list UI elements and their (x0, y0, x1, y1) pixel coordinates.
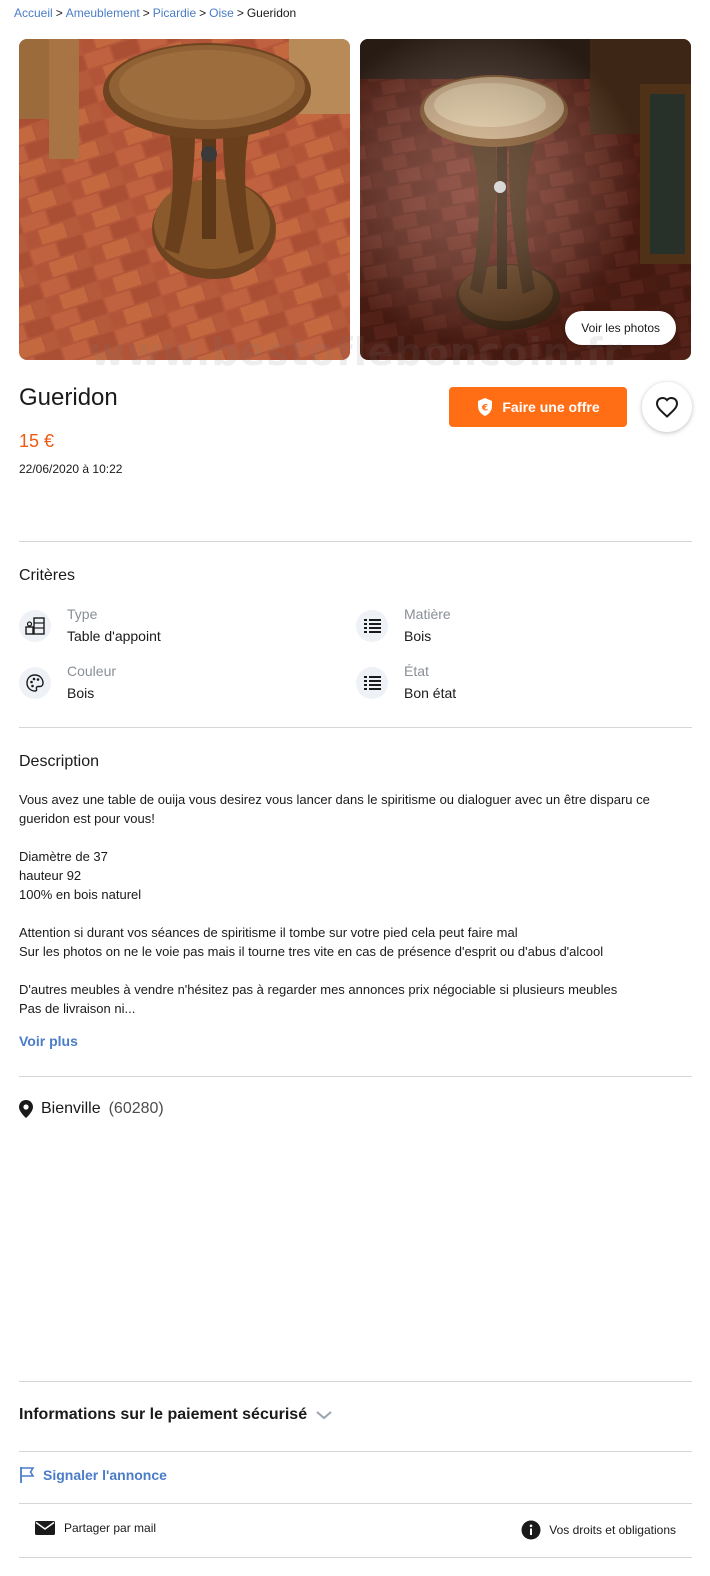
listing-photo-2[interactable]: Voir les photos (360, 39, 691, 360)
description-line (19, 961, 692, 980)
description-line: 100% en bois naturel (19, 887, 142, 902)
list-icon (356, 667, 388, 699)
listing-date: 22/06/2020 à 10:22 (19, 462, 123, 476)
breadcrumb-current: Gueridon (246, 6, 297, 20)
description-line (19, 904, 692, 923)
criterion-label: Couleur (67, 663, 117, 679)
listing-photo-1[interactable] (19, 39, 350, 360)
breadcrumb-separator: > (236, 6, 244, 20)
furniture-icon (19, 610, 51, 642)
palette-icon (19, 667, 51, 699)
list-icon (356, 610, 388, 642)
description-line: Pas de livraison ni... (19, 1001, 136, 1016)
criterion-type: Type Table d'appoint (19, 606, 319, 650)
description-line: Attention si durant vos séances de spiri… (19, 925, 518, 940)
location-city: Bienville (41, 1100, 101, 1117)
description-line: D'autres meubles à vendre n'hésitez pas … (19, 982, 618, 997)
breadcrumb-separator: > (199, 6, 207, 20)
criterion-label: État (404, 663, 429, 679)
breadcrumb-department[interactable]: Oise (209, 6, 234, 20)
criterion-value: Table d'appoint (67, 628, 161, 644)
table-photo-image (19, 39, 350, 360)
divider (19, 541, 692, 542)
location[interactable]: Bienville (60280) (19, 1100, 164, 1118)
secure-payment-label: Informations sur le paiement sécurisé (19, 1406, 308, 1423)
rights-obligations-link[interactable]: Vos droits et obligations (521, 1520, 676, 1540)
description-line (19, 828, 692, 847)
svg-text:€: € (481, 404, 488, 414)
breadcrumb-category[interactable]: Ameublement (66, 6, 140, 20)
make-offer-button[interactable]: € Faire une offre (449, 387, 627, 427)
report-listing-label: Signaler l'annonce (43, 1467, 167, 1483)
breadcrumb-home[interactable]: Accueil (14, 6, 53, 20)
info-icon (521, 1520, 541, 1540)
share-by-mail-link[interactable]: Partager par mail (34, 1520, 156, 1536)
breadcrumb-region[interactable]: Picardie (153, 6, 196, 20)
make-offer-label: Faire une offre (502, 399, 600, 415)
location-zip: (60280) (108, 1100, 164, 1117)
watermark: www.bestofleboncoin.fr (90, 330, 624, 374)
flag-icon (20, 1467, 35, 1483)
report-listing-link[interactable]: Signaler l'annonce (19, 1466, 167, 1484)
description-line: hauteur 92 (19, 868, 82, 883)
description-text: Vous avez une table de ouija vous desire… (19, 790, 692, 1018)
criteria-heading: Critères (19, 567, 76, 584)
listing-price: 15 € (19, 431, 55, 451)
location-pin-icon (19, 1100, 33, 1118)
secure-payment-toggle[interactable]: Informations sur le paiement sécurisé (19, 1406, 333, 1424)
divider (19, 1503, 692, 1504)
criterion-label: Type (67, 606, 98, 622)
criterion-label: Matière (404, 606, 451, 622)
criterion-value: Bois (404, 628, 432, 644)
description-heading: Description (19, 753, 100, 770)
criterion-material: Matière Bois (356, 606, 656, 650)
divider (19, 1557, 692, 1558)
mail-icon (35, 1521, 55, 1535)
breadcrumb: Accueil > Ameublement > Picardie > Oise > Guerid… (14, 6, 296, 20)
rights-obligations-label: Vos droits et obligations (549, 1523, 676, 1537)
divider (19, 1076, 692, 1077)
criterion-value: Bon état (404, 685, 457, 701)
description-line: Sur les photos on ne le voie pas mais il… (19, 944, 604, 959)
share-by-mail-label: Partager par mail (64, 1521, 157, 1535)
criterion-condition: État Bon état (356, 663, 656, 707)
divider (19, 1451, 692, 1452)
euro-shield-icon: € (478, 398, 493, 416)
show-more-link[interactable]: Voir plus (19, 1033, 78, 1049)
description-line: Vous avez une table de ouija vous desire… (19, 792, 650, 807)
chevron-down-icon (316, 1411, 332, 1420)
description-line: Diamètre de 37 (19, 849, 108, 864)
breadcrumb-separator: > (55, 6, 63, 20)
heart-icon (655, 396, 679, 418)
favorite-button[interactable] (642, 382, 692, 432)
listing-title: Gueridon (19, 384, 118, 411)
description-line: gueridon est pour vous! (19, 811, 155, 826)
criterion-color: Couleur Bois (19, 663, 319, 707)
divider (19, 1381, 692, 1382)
divider (19, 727, 692, 728)
breadcrumb-separator: > (142, 6, 150, 20)
criterion-value: Bois (67, 685, 95, 701)
